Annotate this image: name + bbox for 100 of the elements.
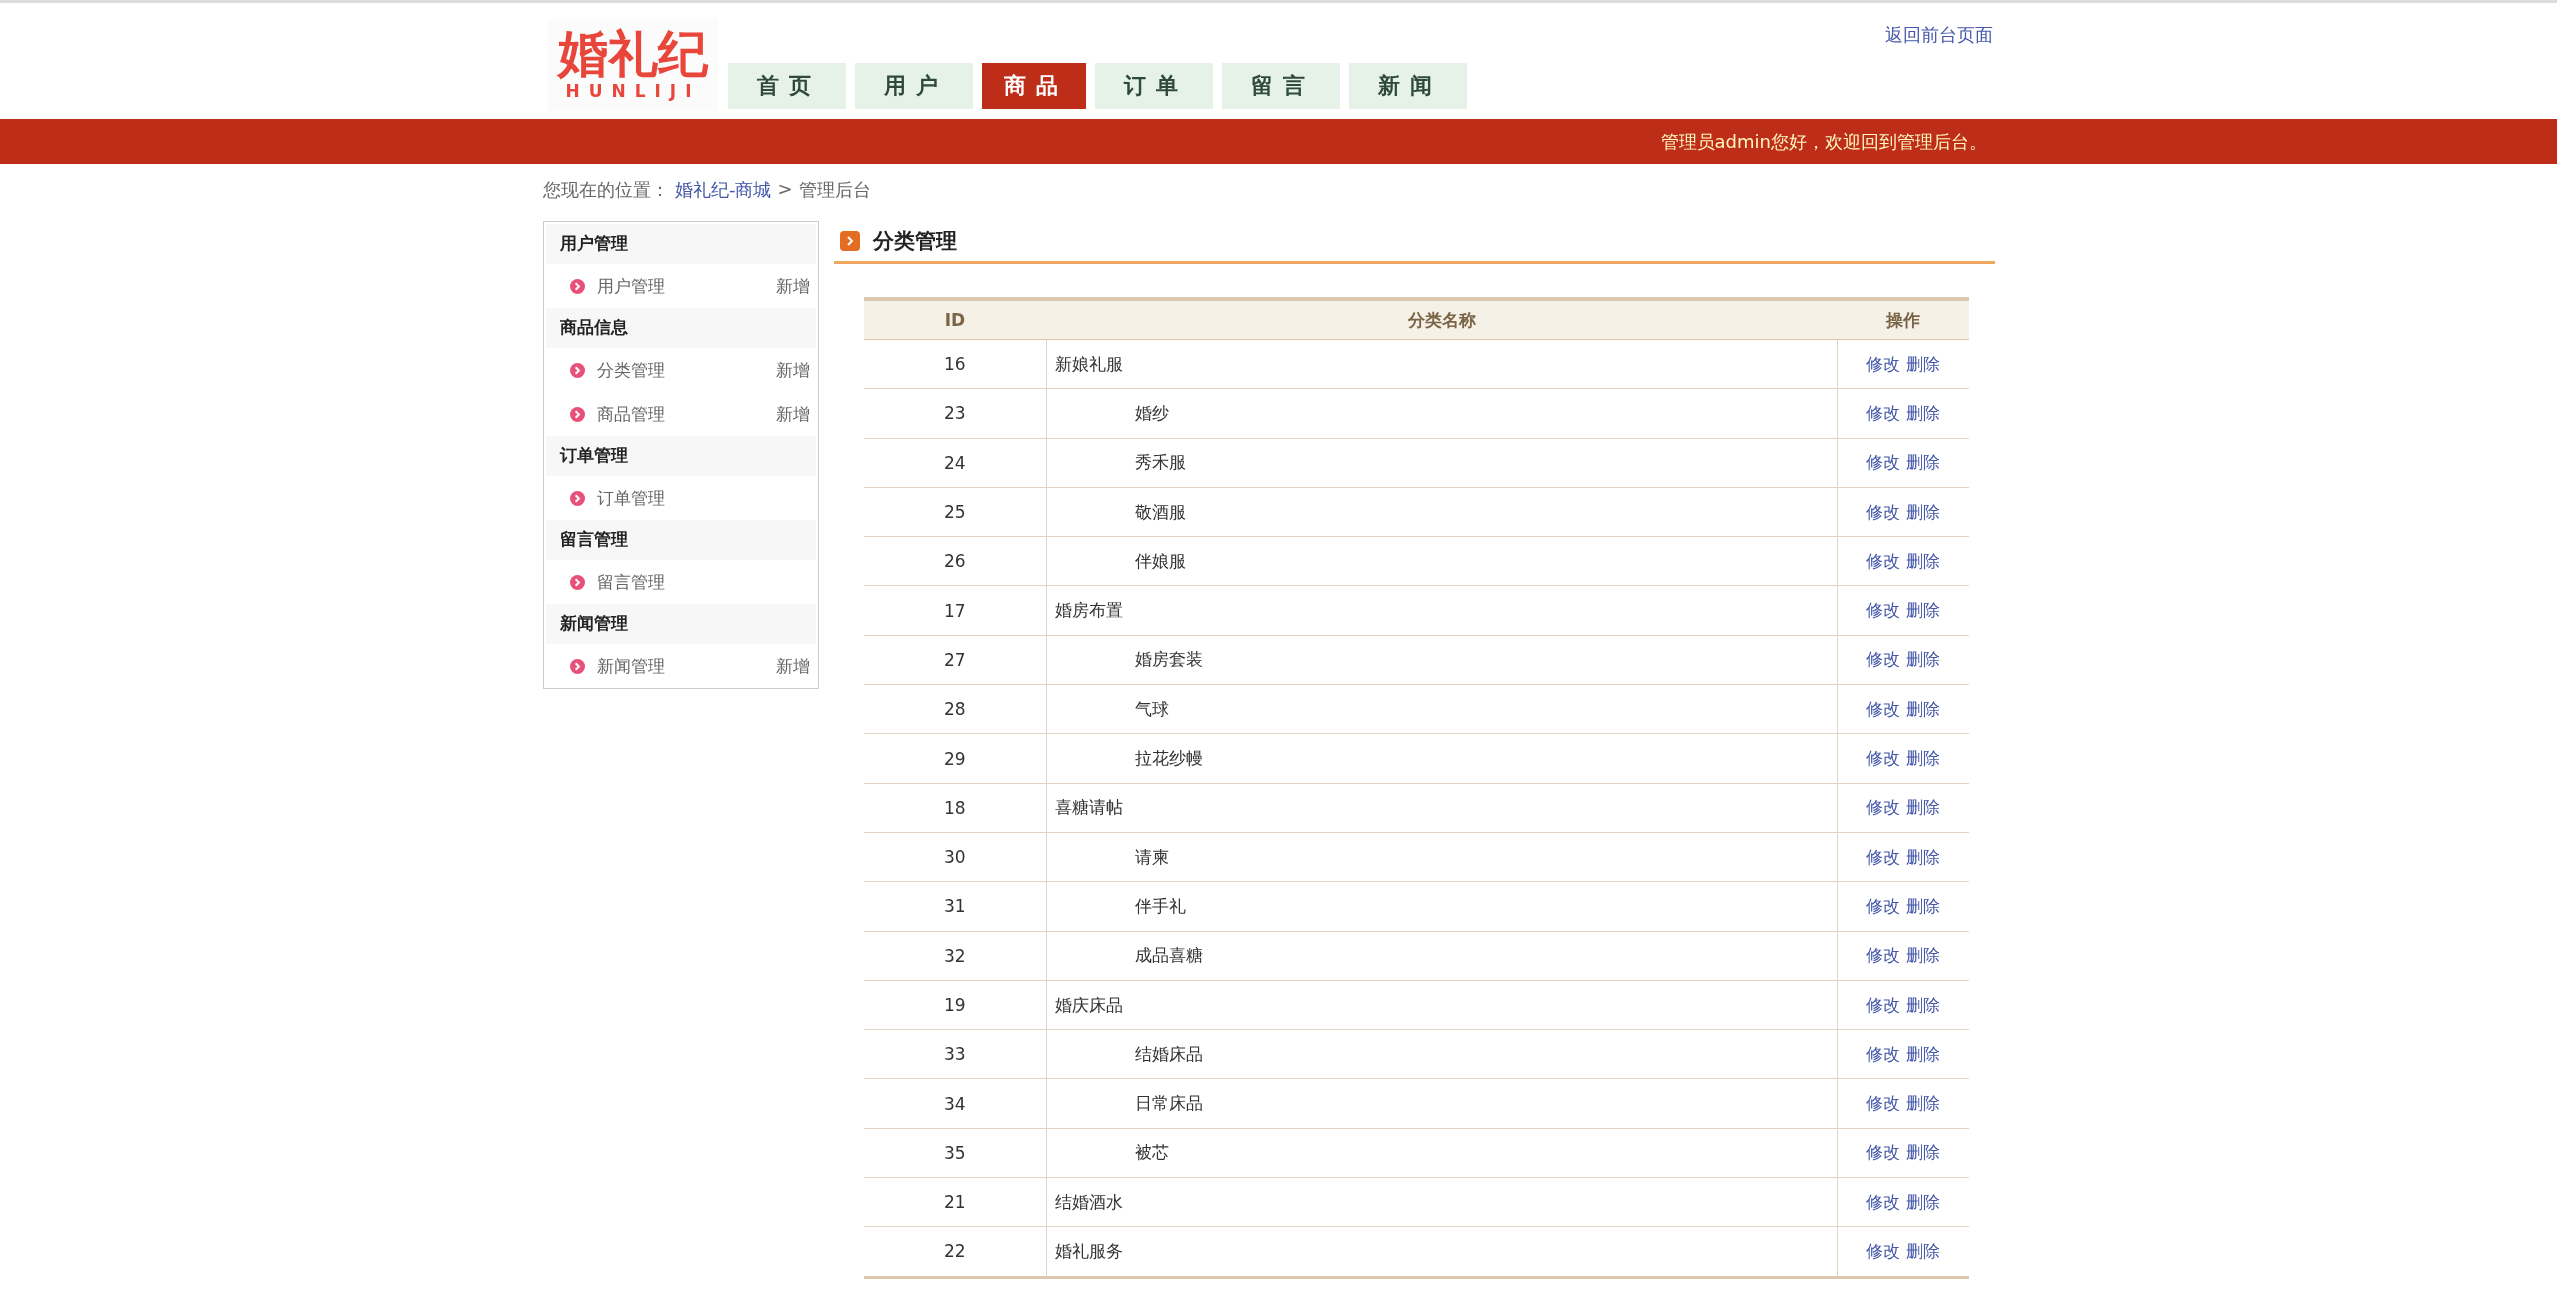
delete-link[interactable]: 删除 <box>1906 1043 1941 1064</box>
edit-link[interactable]: 修改 <box>1866 846 1901 867</box>
edit-link[interactable]: 修改 <box>1866 649 1901 670</box>
delete-link[interactable]: 删除 <box>1906 846 1941 867</box>
category-name-cell: 结婚床品 <box>1046 1029 1837 1079</box>
add-link[interactable]: 新增 <box>776 402 810 426</box>
breadcrumb-label: 您现在的位置： <box>543 178 669 202</box>
category-name-cell: 婚纱 <box>1046 388 1837 439</box>
delete-link[interactable]: 删除 <box>1906 1191 1941 1212</box>
add-link[interactable]: 新增 <box>776 274 810 298</box>
nav-tab[interactable]: 用户 <box>855 63 973 109</box>
chevron-bullet-icon <box>570 278 585 294</box>
edit-link[interactable]: 修改 <box>1866 550 1901 571</box>
edit-link[interactable]: 修改 <box>1866 501 1901 522</box>
delete-link[interactable]: 删除 <box>1906 994 1941 1015</box>
edit-link[interactable]: 修改 <box>1866 748 1901 768</box>
edit-link[interactable]: 修改 <box>1866 600 1901 621</box>
delete-link[interactable]: 删除 <box>1906 895 1941 916</box>
delete-link[interactable]: 删除 <box>1906 353 1941 374</box>
id-cell: 31 <box>864 881 1046 932</box>
edit-link[interactable]: 修改 <box>1866 1043 1901 1064</box>
sidebar-link[interactable]: 订单管理 <box>597 486 810 510</box>
column-header: 分类名称 <box>1046 299 1837 340</box>
sidebar-group-title: 订单管理 <box>546 436 816 476</box>
sidebar-link[interactable]: 用户管理 <box>597 274 776 298</box>
chevron-bullet-icon <box>570 574 585 590</box>
delete-link[interactable]: 删除 <box>1906 1241 1941 1261</box>
category-name-cell: 婚房套装 <box>1046 635 1837 685</box>
sidebar-link[interactable]: 新闻管理 <box>597 654 776 678</box>
edit-link[interactable]: 修改 <box>1866 945 1901 966</box>
id-cell: 25 <box>864 487 1046 537</box>
sidebar-group-title: 留言管理 <box>546 520 816 560</box>
add-link[interactable]: 新增 <box>776 654 810 678</box>
nav-tab[interactable]: 订单 <box>1095 63 1213 109</box>
id-cell: 32 <box>864 931 1046 981</box>
nav-tab[interactable]: 新闻 <box>1349 63 1467 109</box>
section-title: 分类管理 <box>873 228 957 255</box>
category-name-cell: 结婚酒水 <box>1046 1177 1837 1227</box>
back-link[interactable]: 返回前台页面 <box>1885 23 1993 47</box>
category-name-cell: 婚房布置 <box>1046 586 1837 636</box>
delete-link[interactable]: 删除 <box>1906 550 1941 571</box>
edit-link[interactable]: 修改 <box>1866 1191 1901 1212</box>
nav-tab[interactable]: 留言 <box>1222 63 1340 109</box>
delete-link[interactable]: 删除 <box>1906 1093 1941 1114</box>
chevron-bullet-icon <box>570 490 585 506</box>
edit-link[interactable]: 修改 <box>1866 994 1901 1015</box>
delete-link[interactable]: 删除 <box>1906 600 1941 621</box>
edit-link[interactable]: 修改 <box>1866 1142 1901 1163</box>
sidebar-link[interactable]: 留言管理 <box>597 570 810 594</box>
delete-link[interactable]: 删除 <box>1906 452 1941 473</box>
category-name-cell: 伴手礼 <box>1046 881 1837 932</box>
id-cell: 26 <box>864 536 1046 586</box>
edit-link[interactable]: 修改 <box>1866 797 1901 818</box>
delete-link[interactable]: 删除 <box>1906 501 1941 522</box>
category-name-cell: 喜糖请帖 <box>1046 783 1837 833</box>
category-name-cell: 拉花纱幔 <box>1046 733 1837 784</box>
id-cell: 27 <box>864 635 1046 685</box>
breadcrumb-link[interactable]: 婚礼纪-商城 <box>675 178 772 202</box>
breadcrumb-current: 管理后台 <box>798 178 871 202</box>
id-cell: 35 <box>864 1128 1046 1178</box>
id-cell: 28 <box>864 684 1046 734</box>
nav-tab[interactable]: 商品 <box>982 63 1086 109</box>
edit-link[interactable]: 修改 <box>1866 698 1901 719</box>
edit-link[interactable]: 修改 <box>1866 353 1901 374</box>
sidebar-group-title: 新闻管理 <box>546 604 816 644</box>
delete-link[interactable]: 删除 <box>1906 797 1941 818</box>
id-cell: 33 <box>864 1029 1046 1079</box>
welcome-text: 管理员admin您好，欢迎回到管理后台。 <box>1660 129 1987 154</box>
id-cell: 34 <box>864 1078 1046 1129</box>
id-cell: 18 <box>864 783 1046 833</box>
edit-link[interactable]: 修改 <box>1866 452 1901 473</box>
category-name-cell: 日常床品 <box>1046 1078 1837 1129</box>
delete-link[interactable]: 删除 <box>1906 698 1941 719</box>
column-header: ID <box>864 299 1046 340</box>
category-name-cell: 敬酒服 <box>1046 487 1837 537</box>
delete-link[interactable]: 删除 <box>1906 402 1941 423</box>
delete-link[interactable]: 删除 <box>1906 649 1941 670</box>
sidebar-link[interactable]: 商品管理 <box>597 402 776 426</box>
edit-link[interactable]: 修改 <box>1866 1093 1901 1114</box>
sidebar-group-title: 用户管理 <box>546 224 816 264</box>
delete-link[interactable]: 删除 <box>1906 1142 1941 1163</box>
category-name-cell: 成品喜糖 <box>1046 931 1837 981</box>
sidebar-link[interactable]: 分类管理 <box>597 358 776 382</box>
id-cell: 29 <box>864 733 1046 784</box>
delete-link[interactable]: 删除 <box>1906 945 1941 966</box>
add-link[interactable]: 新增 <box>776 358 810 382</box>
nav-tab[interactable]: 首页 <box>728 63 846 109</box>
category-name-cell: 婚庆床品 <box>1046 980 1837 1030</box>
id-cell: 19 <box>864 980 1046 1030</box>
category-name-cell: 气球 <box>1046 684 1837 734</box>
edit-link[interactable]: 修改 <box>1866 1241 1901 1261</box>
category-name-cell: 请柬 <box>1046 832 1837 882</box>
logo-title: 婚礼纪 <box>558 29 708 79</box>
id-cell: 16 <box>864 339 1046 389</box>
id-cell: 24 <box>864 438 1046 488</box>
chevron-bullet-icon <box>570 406 585 422</box>
edit-link[interactable]: 修改 <box>1866 895 1901 916</box>
edit-link[interactable]: 修改 <box>1866 402 1901 423</box>
sidebar-group-title: 商品信息 <box>546 308 816 348</box>
delete-link[interactable]: 删除 <box>1906 748 1941 768</box>
